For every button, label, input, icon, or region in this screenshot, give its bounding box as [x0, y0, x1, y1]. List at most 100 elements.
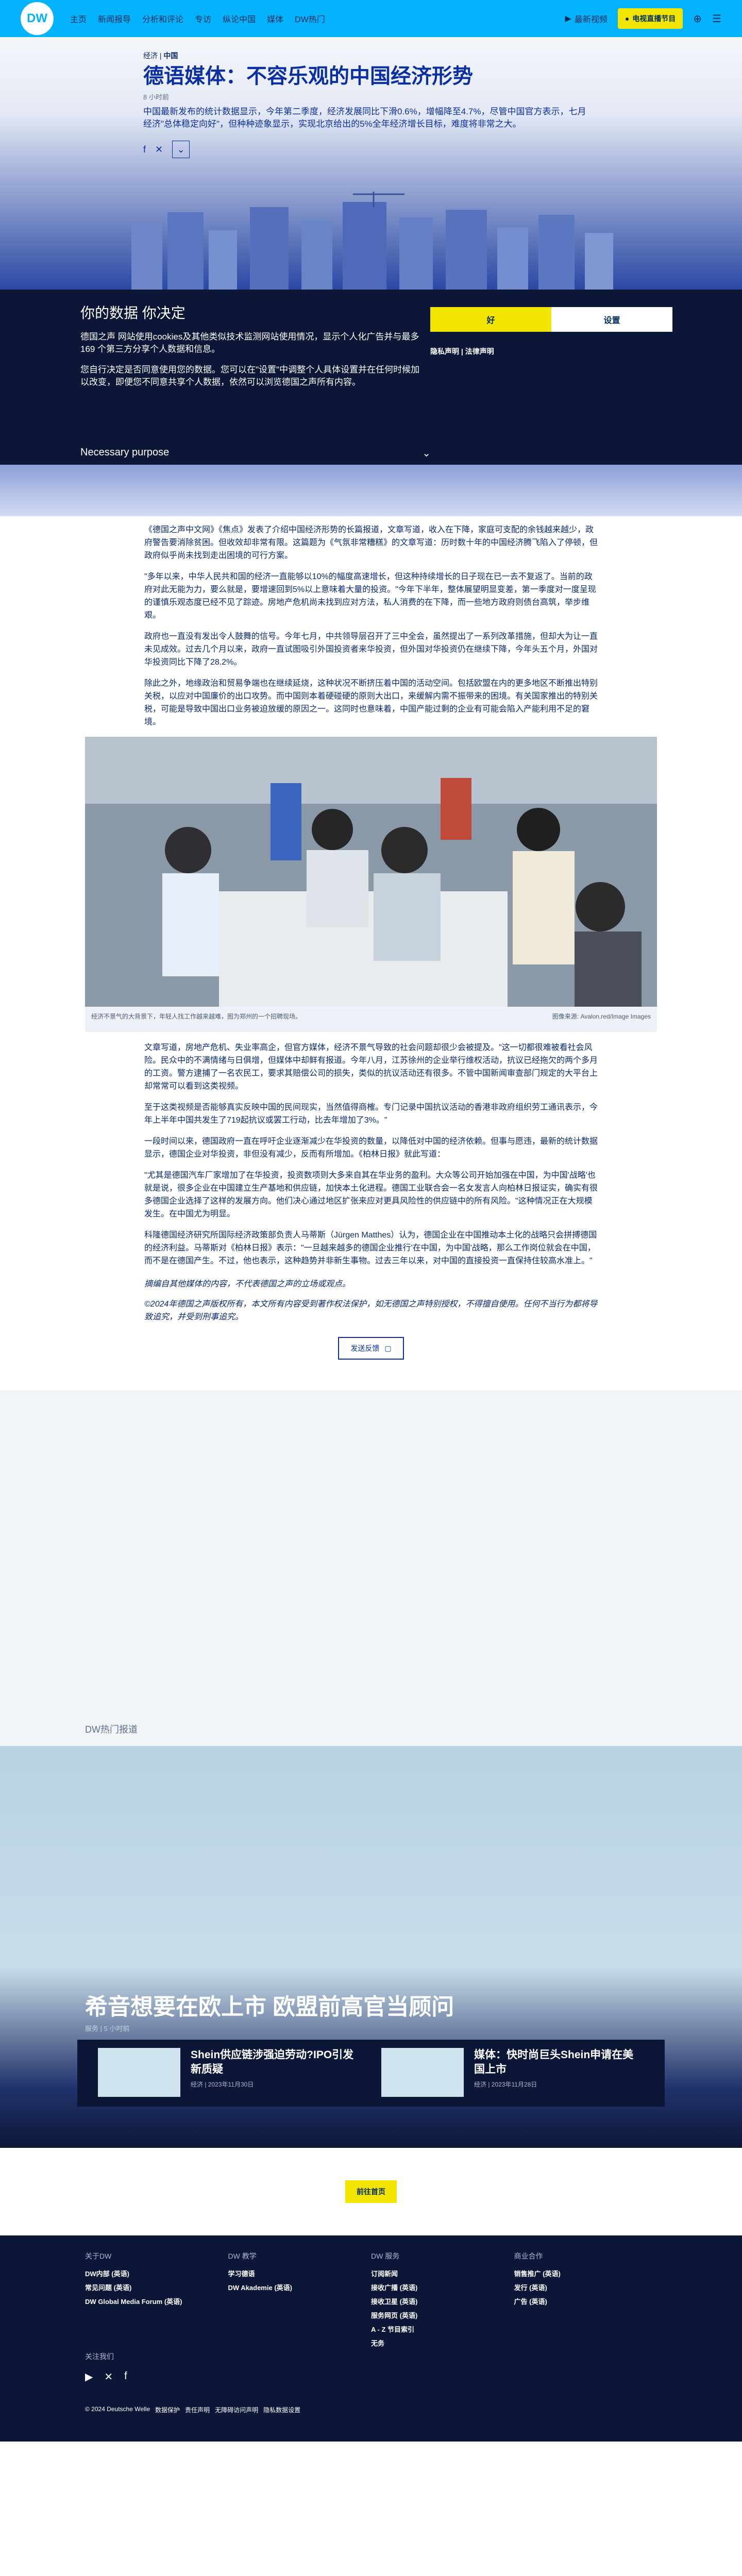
footer-link[interactable]: DW Akademie (英语) — [228, 2282, 372, 2292]
faded-content-band — [0, 465, 742, 516]
footer-col-about: 关于DW DW内部 (英语) 常见问题 (英语) DW Global Media… — [85, 2251, 228, 2352]
necessary-purpose-toggle[interactable]: Necessary purpose ⌄ — [80, 447, 431, 460]
article-paragraph: 除此之外，地缘政治和贸易争端也在继续延烧，这种状况不断挤压着中国的活动空间。包括… — [144, 679, 598, 726]
article-paragraph: 文章写道，房地产危机、失业率高企，但官方媒体，经济不景气导致的社会问题却很少会被… — [144, 1043, 598, 1091]
related-card-thumb — [98, 2048, 180, 2097]
footer-link[interactable]: 广告 (英语) — [514, 2296, 657, 2306]
photo-caption-bar: 经济不景气的大背景下，年轻人找工作越来越难，图为郑州的一个招聘现场。 图像来源:… — [85, 1007, 657, 1032]
copyright-line: ©2024年德国之声版权所有，本文所有内容受到著作权法保护，如无德国之声特别授权… — [144, 1300, 598, 1321]
footer-link[interactable]: 接收广播 (英语) — [371, 2282, 514, 2292]
youtube-icon[interactable]: ▶ — [85, 2370, 93, 2383]
hero-text: 经济 | 中国 德语媒体：不容乐观的中国经济形势 8 小时前 中国最新发布的统计… — [143, 50, 607, 158]
article-hero: 经济 | 中国 德语媒体：不容乐观的中国经济形势 8 小时前 中国最新发布的统计… — [0, 37, 742, 290]
related-card-title: Shein供应链涉强迫劳动?IPO引发新质疑 — [191, 2049, 354, 2075]
main-nav: 主页 新闻报导 分析和评论 专访 纵论中国 媒体 DW热门 — [70, 12, 325, 25]
footer-link[interactable]: 发行 (英语) — [514, 2282, 657, 2292]
featured-meta: 服务 | 5 小时前 — [85, 2025, 130, 2032]
related-cards: Shein供应链涉强迫劳动?IPO引发新质疑 经济 | 2023年11月30日 … — [77, 2040, 665, 2107]
language-globe-icon[interactable]: ⊕ — [693, 12, 702, 25]
related-card[interactable]: 媒体：快时尚巨头Shein申请在美国上市 经济 | 2023年11月28日 — [381, 2048, 644, 2098]
legal-link[interactable]: 无障碍访问声明 — [215, 2405, 258, 2414]
footer-link[interactable]: 订阅新闻 — [371, 2268, 514, 2278]
nav-item-china[interactable]: 纵论中国 — [223, 12, 256, 25]
article-disclaimer: 摘编自其他媒体的内容，不代表德国之声的立场或观点。 ©2024年德国之声版权所有… — [144, 1278, 598, 1324]
facebook-icon[interactable]: f — [124, 2370, 127, 2383]
social-icons: ▶ ✕ f — [85, 2370, 127, 2383]
nav-item-hot[interactable]: DW热门 — [295, 12, 325, 25]
footer-link[interactable]: DW内部 (英语) — [85, 2268, 228, 2278]
featured-story[interactable]: 希音想要在欧上市 欧盟前高官当顾问 服务 | 5 小时前 Shein供应链涉强迫… — [0, 1746, 742, 2148]
follow-us-label: 关注我们 — [85, 2352, 114, 2361]
legal-link[interactable]: 责任声明 — [185, 2405, 210, 2414]
nav-item-media[interactable]: 媒体 — [267, 12, 283, 25]
ad-placeholder-area: DW热门报道 — [0, 1391, 742, 1746]
consent-text-1: 德国之声 网站使用cookies及其他类似技术监测网站使用情况，显示个人化广告并… — [80, 332, 419, 354]
related-card-text: 媒体：快时尚巨头Shein申请在美国上市 经济 | 2023年11月28日 — [474, 2048, 644, 2098]
article-column-2: 文章写道，房地产危机、失业率高企，但官方媒体，经济不景气导致的社会问题却很少会被… — [144, 1041, 598, 1360]
footer-link[interactable]: 接收卫星 (英语) — [371, 2296, 514, 2306]
chevron-down-icon: ⌄ — [422, 448, 431, 459]
legal-link[interactable]: 隐私数据设置 — [263, 2405, 300, 2414]
article-paragraph: "尤其是德国汽车厂家增加了在华投资，投资数项则大多来自其在华业务的盈利。大众等公… — [144, 1171, 598, 1218]
related-card-title: 媒体：快时尚巨头Shein申请在美国上市 — [474, 2049, 634, 2075]
skyline-illustration — [131, 192, 613, 290]
legal-links: © 2024 Deutsche Welle 数据保护 责任声明 无障碍访问声明 … — [85, 2405, 300, 2414]
footer-link[interactable]: 常见问题 (英语) — [85, 2282, 228, 2292]
consent-settings-button[interactable]: 设置 — [551, 307, 672, 332]
footer-link[interactable]: 无务 — [371, 2338, 514, 2348]
article-paragraph: "多年以来，中华人民共和国的经济一直能够以10%的幅度高速增长，但这种持续增长的… — [144, 572, 596, 620]
article-paragraph: 一段时间以来，德国政府一直在呼吁企业逐渐减少在华投资的数量，以降低对中国的经济依… — [144, 1137, 598, 1159]
disclaimer-line: 摘编自其他媒体的内容，不代表德国之声的立场或观点。 — [144, 1280, 351, 1289]
site-footer: 关于DW DW内部 (英语) 常见问题 (英语) DW Global Media… — [0, 2235, 742, 2442]
feedback-icon: ▢ — [384, 1344, 392, 1352]
footer-col-learn: DW 教学 学习德语 DW Akademie (英语) — [228, 2251, 372, 2352]
menu-icon[interactable]: ☰ — [712, 12, 721, 25]
copyright-text: © 2024 Deutsche Welle — [85, 2405, 150, 2413]
article-paragraph: 《德国之声中文网》《焦点》发表了介绍中国经济形势的长篇报道，文章写道，收入在下降… — [144, 526, 598, 560]
article-kicker: 经济 | 中国 — [143, 52, 178, 60]
cookie-consent-banner: 你的数据 你决定 德国之声 网站使用cookies及其他类似技术监测网站使用情况… — [0, 290, 742, 465]
consent-accept-button[interactable]: 好 — [430, 307, 551, 332]
consent-links[interactable]: 隐私声明 | 法律声明 — [430, 346, 494, 357]
related-card-meta: 经济 | 2023年11月30日 — [191, 2081, 254, 2088]
share-bar: f ✕ ⌄ — [143, 141, 607, 158]
featured-title[interactable]: 希音想要在欧上市 欧盟前高官当顾问 — [85, 1988, 454, 2021]
related-card-meta: 经济 | 2023年11月28日 — [474, 2081, 537, 2088]
live-tv-button[interactable]: ● 电视直播节目 — [617, 8, 683, 29]
x-twitter-icon[interactable]: ✕ — [104, 2370, 113, 2383]
play-icon: ▶ — [565, 14, 571, 23]
article-lede: 中国最新发布的统计数据显示，今年第二季度，经济发展同比下滑0.6%，增幅降至4.… — [143, 107, 586, 129]
related-card[interactable]: Shein供应链涉强迫劳动?IPO引发新质疑 经济 | 2023年11月30日 — [98, 2048, 361, 2098]
article-body: 《德国之声中文网》《焦点》发表了介绍中国经济形势的长篇报道，文章写道，收入在下降… — [85, 516, 657, 1360]
article-date: 8 小时前 — [143, 93, 169, 101]
top-navbar: DW 主页 新闻报导 分析和评论 专访 纵论中国 媒体 DW热门 ▶ 最新视频 ●… — [0, 0, 742, 37]
footer-link[interactable]: A - Z 节目索引 — [371, 2324, 514, 2334]
related-card-text: Shein供应链涉强迫劳动?IPO引发新质疑 经济 | 2023年11月30日 — [191, 2048, 361, 2098]
share-more-icon[interactable]: ⌄ — [172, 141, 190, 158]
nav-item-interview[interactable]: 专访 — [195, 12, 211, 25]
nav-item-analysis[interactable]: 分析和评论 — [142, 12, 183, 25]
article-paragraph: 科隆德国经济研究所国际经济政策部负责人马蒂斯（Jürgen Matthes）认为… — [144, 1231, 597, 1265]
dw-logo[interactable]: DW — [21, 2, 54, 35]
facebook-icon[interactable]: f — [143, 144, 146, 155]
legal-link[interactable]: 数据保护 — [155, 2405, 180, 2414]
consent-text-2: 您自行决定是否同意使用您的数据。您可以在"设置"中调整个人具体设置并在任何时候加… — [80, 365, 420, 387]
featured-headline: 希音想要在欧上市 欧盟前高官当顾问 服务 | 5 小时前 — [85, 1988, 454, 2033]
footer-link[interactable]: 学习德语 — [228, 2268, 372, 2278]
article-title: 德语媒体：不容乐观的中国经济形势 — [143, 65, 473, 88]
back-to-top-button[interactable]: 前往首页 — [345, 2180, 397, 2203]
job-fair-photo — [85, 737, 657, 1007]
footer-columns: 关于DW DW内部 (英语) 常见问题 (英语) DW Global Media… — [85, 2251, 657, 2352]
send-feedback-button[interactable]: 发送反馈 ▢ — [338, 1337, 404, 1360]
x-twitter-icon[interactable]: ✕ — [155, 144, 163, 155]
footer-link[interactable]: 服务网页 (英语) — [371, 2310, 514, 2320]
nav-item-news[interactable]: 新闻报导 — [98, 12, 131, 25]
article-photo — [85, 737, 657, 1007]
latest-videos-link[interactable]: ▶ 最新视频 — [565, 12, 608, 25]
footer-link[interactable]: DW Global Media Forum (英语) — [85, 2296, 228, 2306]
related-section-title: DW热门报道 — [85, 1724, 138, 1735]
photo-caption: 经济不景气的大背景下，年轻人找工作越来越难，图为郑州的一个招聘现场。 — [91, 1013, 302, 1020]
footer-link[interactable]: 销售推广 (英语) — [514, 2268, 657, 2278]
nav-item-home[interactable]: 主页 — [70, 12, 87, 25]
footer-col-service: DW 服务 订阅新闻 接收广播 (英语) 接收卫星 (英语) 服务网页 (英语)… — [371, 2251, 514, 2352]
